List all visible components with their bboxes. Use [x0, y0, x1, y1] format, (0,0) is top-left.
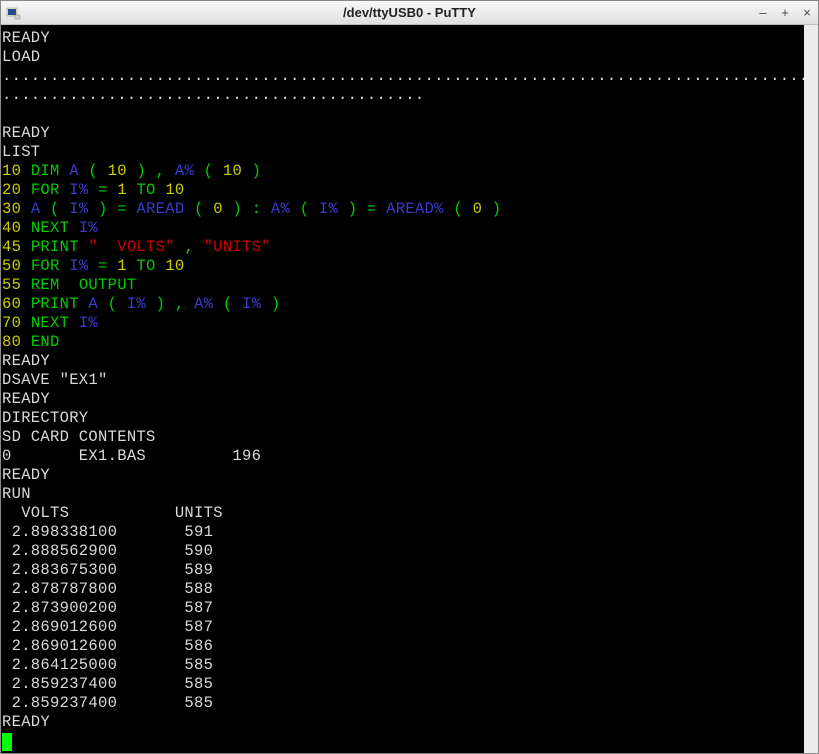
terminal-wrap: READYLOAD...............................…	[1, 25, 818, 753]
maximize-button[interactable]: +	[778, 6, 792, 20]
putty-icon	[5, 5, 21, 21]
window-controls: – + ×	[756, 6, 814, 20]
minimize-button[interactable]: –	[756, 6, 770, 20]
scrollbar[interactable]	[804, 25, 818, 753]
close-button[interactable]: ×	[800, 6, 814, 20]
terminal-output[interactable]: READYLOAD...............................…	[1, 25, 804, 753]
window-title: /dev/ttyUSB0 - PuTTY	[343, 5, 476, 20]
titlebar: /dev/ttyUSB0 - PuTTY – + ×	[1, 1, 818, 25]
putty-window: /dev/ttyUSB0 - PuTTY – + × READYLOAD....…	[0, 0, 819, 754]
cursor	[2, 733, 12, 751]
